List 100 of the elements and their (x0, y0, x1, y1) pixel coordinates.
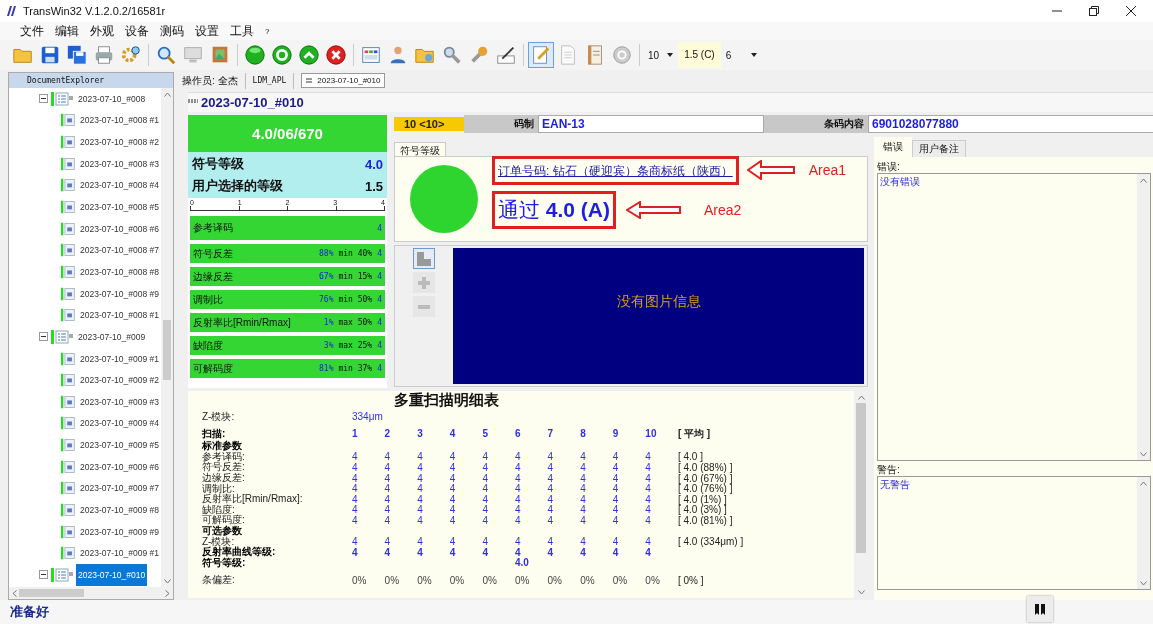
tree-item[interactable]: 2023-07-10_#008 (76, 90, 148, 107)
tree-item[interactable]: 2023-07-10_#008 #3 (78, 155, 161, 172)
close-icon[interactable] (1126, 6, 1136, 16)
cancel-icon (325, 44, 347, 66)
grade-value: 4.0 (364, 156, 383, 172)
tree-item[interactable]: 2023-07-10_#008 #8 (78, 263, 161, 280)
tree-item[interactable]: 2023-07-10_#010 (76, 563, 148, 586)
caret-down-icon[interactable] (1140, 580, 1147, 586)
tab[interactable]: 用户备注 (912, 140, 966, 157)
table-cell: 4 (482, 472, 488, 484)
caret-left-icon[interactable] (12, 589, 17, 597)
field-label: 条码内容 (764, 115, 868, 133)
table-cell: 4 (612, 536, 619, 548)
tree-item[interactable]: 2023-07-10_#009 #9 (78, 523, 161, 540)
menu-item[interactable]: 文件 (20, 22, 44, 40)
tree-item[interactable]: 2023-07-10_#009 #8 (78, 502, 161, 518)
tree-item[interactable]: 2023-07-10_#008 #2 (78, 134, 161, 151)
toolbar-button[interactable] (296, 42, 322, 68)
tree-item[interactable]: 2023-07-10_#009 #5 (78, 437, 161, 454)
menu-item[interactable]: 工具 (230, 22, 254, 40)
tree-item[interactable]: 2023-07-10_#008 #7 (78, 242, 161, 259)
table-cell: 4 (645, 536, 651, 548)
menu-item[interactable]: 测码 (160, 22, 184, 40)
scrollbar-thumb[interactable] (19, 589, 84, 597)
table-cell: 4 (580, 493, 586, 505)
tree-item[interactable]: 2023-07-10_#009 #4 (78, 415, 161, 432)
menu-item[interactable]: 设备 (125, 22, 149, 40)
table-cell: 4 (384, 451, 391, 463)
tab[interactable]: 错误 (874, 137, 912, 157)
scrollbar-thumb[interactable] (856, 403, 866, 553)
restore-icon[interactable] (1089, 6, 1099, 16)
caret-up-icon[interactable] (857, 394, 865, 400)
tree-item[interactable]: 2023-07-10_#008 #9 (78, 285, 161, 302)
tree-item[interactable]: 2023-07-10_#008 #6 (78, 220, 161, 237)
tree-item[interactable]: 2023-07-10_#009 #1 (78, 545, 161, 562)
toolbar-button[interactable] (323, 42, 349, 68)
caret-up-icon[interactable] (1140, 480, 1147, 486)
grade-field: 1.5 (C) (678, 42, 721, 68)
row-label: 条偏差: (202, 573, 236, 588)
table-cell: 4 (449, 462, 456, 473)
document-tab[interactable]: 2023-07-10_#010 (301, 73, 386, 89)
scrollbar[interactable] (854, 391, 868, 598)
order-link[interactable]: 订单号码: 钻石（硬迎宾）条商标纸（陕西） (498, 163, 733, 178)
tab[interactable]: 符号等级 (394, 142, 446, 156)
scrollbar[interactable] (161, 88, 173, 587)
menu-item[interactable]: 设置 (195, 22, 219, 40)
table-cell: [ 4.0 (88%) ] (677, 462, 733, 473)
table-cell: [ 4.0 (81%) ] (677, 514, 733, 526)
caret-down-icon[interactable] (1140, 451, 1147, 457)
table-cell: 4 (514, 472, 521, 484)
toolbar-button[interactable] (242, 42, 268, 68)
scrollbar-thumb[interactable] (163, 320, 171, 380)
toolbar-button[interactable] (269, 42, 295, 68)
tree-item[interactable]: 2023-07-10_#009 #1 (78, 350, 161, 367)
collapse-icon[interactable] (39, 332, 48, 342)
table-cell: 0% (514, 574, 530, 586)
caret-up-icon[interactable] (1140, 177, 1147, 183)
list-icon (51, 567, 73, 582)
scans-dropdown[interactable]: 10 (644, 44, 678, 66)
tree-item[interactable]: 2023-07-10_#009 #2 (78, 372, 161, 389)
disc-icon (611, 44, 633, 66)
table-cell: 4 (514, 514, 521, 526)
menu-item[interactable]: 外观 (90, 22, 114, 40)
caret-down-icon[interactable] (857, 589, 865, 595)
horizontal-scrollbar[interactable] (9, 587, 173, 599)
collapse-icon[interactable] (39, 94, 48, 104)
fit-icon (416, 250, 432, 267)
errors-box[interactable]: 没有错误 (877, 173, 1151, 461)
grade-label: 符号等级 (192, 155, 244, 173)
tree-item[interactable]: 2023-07-10_#008 #1 (78, 112, 161, 129)
tree-item[interactable]: 2023-07-10_#009 #7 (78, 480, 161, 497)
row-label: 反射率曲线等级: (202, 546, 277, 558)
count-dropdown[interactable]: 6 (721, 44, 762, 66)
pin-button[interactable] (1027, 596, 1053, 622)
verdict-text: 通过 4.0 (A) (498, 197, 611, 221)
table-cell: 4 (514, 451, 521, 463)
operator-label: 操作员: 全杰 (182, 73, 238, 88)
caret-right-icon[interactable] (165, 589, 170, 597)
image-tool-button[interactable] (413, 248, 435, 269)
warnings-box[interactable]: 无警告 (877, 476, 1151, 590)
tree-item[interactable]: 2023-07-10_#008 #5 (78, 199, 161, 215)
floppy-disks-icon (66, 44, 88, 66)
caret-up-icon[interactable] (163, 91, 171, 97)
parameter-grade: 4 (377, 223, 382, 233)
column-header: 6 (514, 428, 521, 439)
tree-item[interactable]: 2023-07-10_#008 #1 (78, 307, 161, 324)
tree-item[interactable]: 2023-07-10_#009 (76, 328, 148, 345)
tree-item[interactable]: 2023-07-10_#009 #6 (78, 458, 161, 475)
caret-down-icon[interactable] (163, 578, 171, 584)
table-cell: 4 (482, 536, 488, 548)
tree-item[interactable]: 2023-07-10_#009 #3 (78, 393, 161, 410)
table-cell: 4 (417, 483, 423, 495)
menu-item[interactable]: ? (265, 26, 270, 36)
toolbar-button[interactable] (528, 42, 554, 68)
tree-item[interactable]: 2023-07-10_#008 #4 (78, 177, 161, 194)
table-cell: 4 (580, 514, 586, 526)
document-title: 2023-07-10_#010 (201, 94, 304, 110)
menu-item[interactable]: 编辑 (55, 22, 79, 40)
collapse-icon[interactable] (39, 570, 48, 580)
table-cell: 4 (352, 472, 358, 484)
